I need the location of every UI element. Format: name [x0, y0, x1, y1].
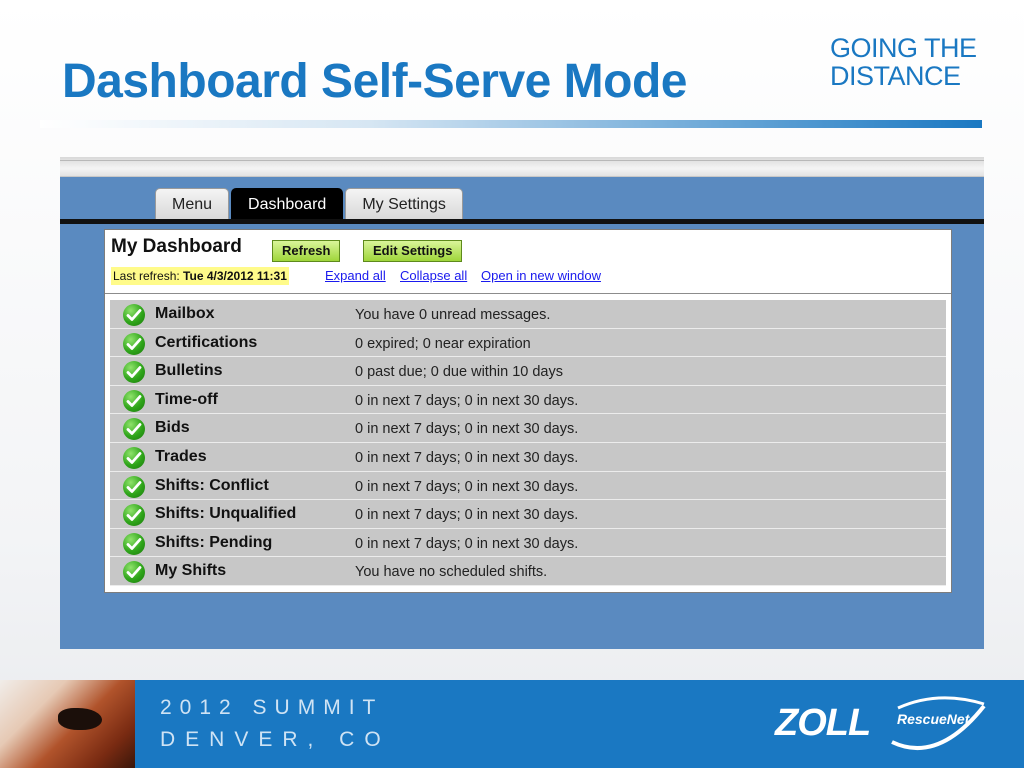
check-icon: [123, 446, 145, 469]
row-name: Shifts: Conflict: [155, 476, 269, 494]
open-new-window-link[interactable]: Open in new window: [481, 267, 601, 285]
dashboard-row-certifications[interactable]: Certifications 0 expired; 0 near expirat…: [110, 328, 946, 358]
dashboard-row-shifts-pending[interactable]: Shifts: Pending 0 in next 7 days; 0 in n…: [110, 528, 946, 558]
collapse-all-link[interactable]: Collapse all: [400, 267, 467, 285]
row-name: Trades: [155, 447, 207, 465]
row-name: Shifts: Unqualified: [155, 505, 297, 523]
tagline: GOING THE DISTANCE: [830, 34, 977, 90]
check-icon: [123, 304, 145, 326]
summit-title: 2012 SUMMIT: [160, 696, 384, 719]
dashboard-rows: Mailbox You have 0 unread messages. Cert…: [110, 300, 946, 586]
row-status: 0 in next 7 days; 0 in next 30 days.: [355, 421, 579, 438]
app-topbar: [60, 157, 984, 177]
dashboard-row-shifts-conflict[interactable]: Shifts: Conflict 0 in next 7 days; 0 in …: [110, 471, 946, 501]
dashboard-row-shifts-unqualified[interactable]: Shifts: Unqualified 0 in next 7 days; 0 …: [110, 500, 946, 529]
row-status: 0 in next 7 days; 0 in next 30 days.: [355, 507, 579, 524]
check-icon: [123, 332, 145, 355]
dashboard-header: My Dashboard Refresh Edit Settings Last …: [105, 230, 951, 294]
app-screenshot: Menu Dashboard My Settings My Dashboard …: [60, 157, 984, 649]
dashboard-row-trades[interactable]: Trades 0 in next 7 days; 0 in next 30 da…: [110, 442, 946, 472]
edit-settings-button[interactable]: Edit Settings: [363, 240, 463, 262]
check-icon: [123, 361, 145, 384]
climber-photo: [0, 680, 135, 768]
check-icon: [123, 504, 145, 527]
tab-baseline: [60, 219, 984, 224]
row-status: 0 in next 7 days; 0 in next 30 days.: [355, 535, 579, 552]
check-icon: [123, 418, 145, 441]
row-status: 0 in next 7 days; 0 in next 30 days.: [355, 478, 579, 495]
rescuenet-logo: RescueNet: [897, 711, 970, 727]
check-icon: [123, 389, 145, 412]
last-refresh: Last refresh: Tue 4/3/2012 11:31: [111, 267, 289, 285]
tab-menu[interactable]: Menu: [155, 188, 230, 220]
row-status: You have no scheduled shifts.: [355, 564, 548, 581]
row-name: Bulletins: [155, 362, 223, 380]
row-status: 0 past due; 0 due within 10 days: [355, 364, 563, 381]
check-icon: [123, 475, 145, 498]
dashboard-panel: My Dashboard Refresh Edit Settings Last …: [104, 229, 952, 593]
row-name: Certifications: [155, 333, 258, 351]
dashboard-row-time-off[interactable]: Time-off 0 in next 7 days; 0 in next 30 …: [110, 385, 946, 415]
tab-my-settings[interactable]: My Settings: [345, 188, 463, 220]
row-status: 0 expired; 0 near expiration: [355, 335, 531, 352]
dashboard-row-mailbox[interactable]: Mailbox You have 0 unread messages.: [110, 300, 946, 329]
expand-all-link[interactable]: Expand all: [325, 267, 386, 285]
row-status: You have 0 unread messages.: [355, 307, 551, 323]
zoll-logo: ZOLL: [775, 702, 871, 744]
row-name: Time-off: [155, 390, 218, 408]
refresh-button[interactable]: Refresh: [272, 240, 341, 262]
dashboard-row-my-shifts[interactable]: My Shifts You have no scheduled shifts.: [110, 557, 946, 586]
dashboard-title: My Dashboard: [111, 236, 242, 257]
slide-title: Dashboard Self-Serve Mode: [62, 55, 688, 108]
last-refresh-label: Last refresh:: [113, 269, 180, 283]
tab-dashboard[interactable]: Dashboard: [231, 188, 344, 220]
row-status: 0 in next 7 days; 0 in next 30 days.: [355, 392, 579, 409]
dashboard-row-bids[interactable]: Bids 0 in next 7 days; 0 in next 30 days…: [110, 414, 946, 443]
row-name: Shifts: Pending: [155, 533, 273, 551]
check-icon: [123, 532, 145, 555]
row-status: 0 in next 7 days; 0 in next 30 days.: [355, 449, 579, 466]
slide-footer: 2012 SUMMIT DENVER, CO ZOLL RescueNet: [0, 680, 1024, 768]
dashboard-row-bulletins[interactable]: Bulletins 0 past due; 0 due within 10 da…: [110, 357, 946, 386]
last-refresh-value: Tue 4/3/2012 11:31: [183, 269, 287, 283]
title-divider: [40, 120, 982, 128]
check-icon: [123, 561, 145, 584]
row-name: Mailbox: [155, 305, 215, 322]
summit-location: DENVER, CO: [160, 728, 391, 751]
tagline-line1: GOING THE: [830, 33, 977, 63]
row-name: Bids: [155, 419, 190, 437]
tagline-line2: DISTANCE: [830, 61, 961, 91]
row-name: My Shifts: [155, 562, 227, 580]
tab-bar: Menu Dashboard My Settings: [155, 188, 465, 220]
